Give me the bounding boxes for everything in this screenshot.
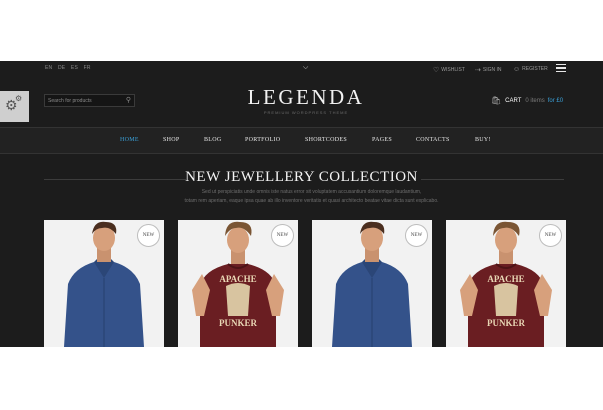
product-card[interactable]: NEW bbox=[44, 220, 164, 347]
register-link[interactable]: ☺ REGISTER bbox=[513, 65, 548, 73]
title-divider-right bbox=[421, 179, 564, 180]
sign-in-label: SIGN IN bbox=[482, 67, 502, 73]
new-badge: NEW bbox=[271, 224, 294, 247]
cart-item-count: 0 items bbox=[525, 98, 545, 104]
product-search: ⚲ bbox=[44, 94, 135, 107]
shirt-print-top: APACHE bbox=[487, 274, 524, 284]
nav-item-portfolio[interactable]: PORTFOLIO bbox=[245, 137, 280, 143]
search-input[interactable] bbox=[48, 95, 120, 106]
heart-icon: ♡ bbox=[433, 67, 440, 74]
new-badge: NEW bbox=[539, 224, 562, 247]
cart-widget[interactable]: 🛍 CART 0 items for £0 bbox=[491, 95, 564, 105]
product-card[interactable]: APACHE PUNKER NEW bbox=[446, 220, 566, 347]
lang-de[interactable]: DE bbox=[58, 65, 65, 71]
sign-in-link[interactable]: ⇢ SIGN IN bbox=[475, 65, 502, 74]
cart-label: CART bbox=[505, 98, 522, 104]
new-badge: NEW bbox=[137, 224, 160, 247]
shirt-print-top: APACHE bbox=[219, 274, 256, 284]
store-header-section: EN DE ES FR ⌵ ♡ WISHLIST ⇢ SIGN IN ☺ REGIST… bbox=[0, 61, 603, 347]
product-card[interactable]: APACHE PUNKER NEW bbox=[178, 220, 298, 347]
language-switcher: EN DE ES FR bbox=[45, 65, 95, 71]
sign-in-icon: ⇢ bbox=[475, 67, 481, 74]
user-icon: ☺ bbox=[513, 66, 521, 73]
collection-title: NEW JEWELLERY COLLECTION bbox=[185, 169, 418, 185]
nav-item-shop[interactable]: SHOP bbox=[163, 137, 180, 143]
nav-item-pages[interactable]: PAGES bbox=[372, 137, 392, 143]
small-gear-icon: ⚙ bbox=[15, 94, 23, 103]
nav-item-buy[interactable]: BUY! bbox=[475, 137, 491, 143]
nav-item-blog[interactable]: BLOG bbox=[204, 137, 222, 143]
main-navigation: HOME SHOP BLOG PORTFOLIO SHORTCODES PAGE… bbox=[0, 127, 603, 154]
shirt-print-bottom: PUNKER bbox=[487, 318, 526, 328]
nav-item-contacts[interactable]: CONTACTS bbox=[416, 137, 450, 143]
product-card[interactable]: NEW bbox=[312, 220, 432, 347]
nav-item-home[interactable]: HOME bbox=[120, 137, 139, 143]
collection-description: Sed ut perspiciatis unde omnis iste natu… bbox=[160, 188, 463, 206]
chevron-down-icon[interactable]: ⌵ bbox=[303, 64, 308, 72]
nav-item-shortcodes[interactable]: SHORTCODES bbox=[305, 137, 347, 143]
register-label: REGISTER bbox=[522, 66, 548, 72]
cart-icon: 🛍 bbox=[491, 96, 502, 105]
lang-fr[interactable]: FR bbox=[84, 65, 91, 71]
description-line-1: Sed ut perspiciatis unde omnis iste natu… bbox=[201, 189, 422, 195]
lang-en[interactable]: EN bbox=[45, 65, 52, 71]
search-icon[interactable]: ⚲ bbox=[126, 96, 131, 104]
menu-icon[interactable] bbox=[556, 64, 566, 74]
wishlist-link[interactable]: ♡ WISHLIST bbox=[433, 65, 465, 74]
cart-total: for £0 bbox=[547, 98, 564, 104]
top-bar: EN DE ES FR ⌵ ♡ WISHLIST ⇢ SIGN IN ☺ REGIST… bbox=[0, 61, 603, 77]
settings-panel-toggle[interactable]: ⚙ ⚙ bbox=[0, 91, 29, 122]
site-logo[interactable]: LEGENDA bbox=[233, 87, 379, 108]
new-badge: NEW bbox=[405, 224, 428, 247]
wishlist-label: WISHLIST bbox=[441, 67, 465, 73]
shirt-print-bottom: PUNKER bbox=[219, 318, 258, 328]
site-tagline: PREMIUM WORDPRESS THEME bbox=[263, 110, 349, 115]
description-line-2: totam rem aperiam, eaque ipsa quae ab il… bbox=[184, 198, 439, 204]
lang-es[interactable]: ES bbox=[71, 65, 78, 71]
